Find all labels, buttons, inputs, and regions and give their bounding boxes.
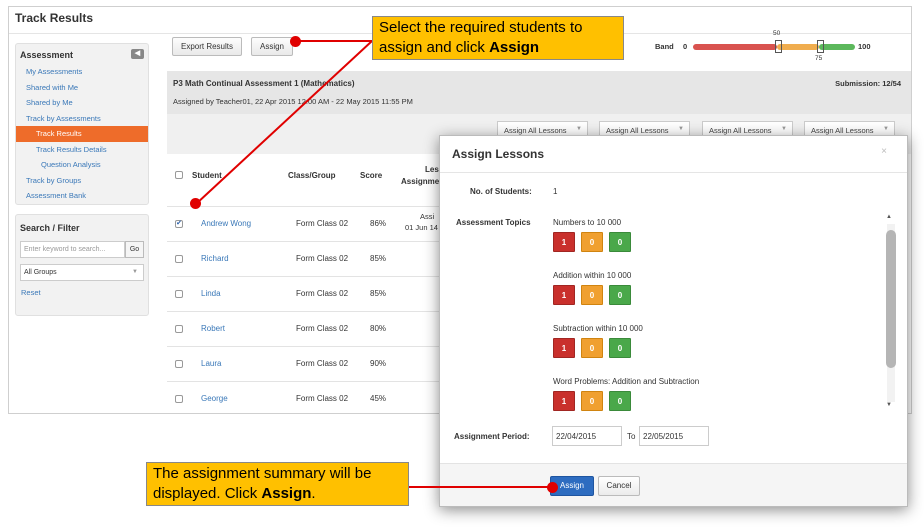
callout-top-bold: Assign [489, 39, 540, 56]
assign-marker-dot [547, 482, 558, 493]
student-marker-dot [190, 198, 201, 209]
callout-bottom-end: . [311, 485, 316, 502]
callout-summary: The assignment summary will be displayed… [146, 462, 409, 506]
top-leader-diagonal [195, 40, 373, 205]
callout-leader-lines [195, 40, 553, 488]
top-marker-dot [290, 36, 301, 47]
callout-bottom-bold: Assign [261, 485, 312, 502]
callout-select-students: Select the required students to assign a… [372, 16, 624, 60]
callout-top-text: Select the required students to assign a… [379, 19, 583, 56]
